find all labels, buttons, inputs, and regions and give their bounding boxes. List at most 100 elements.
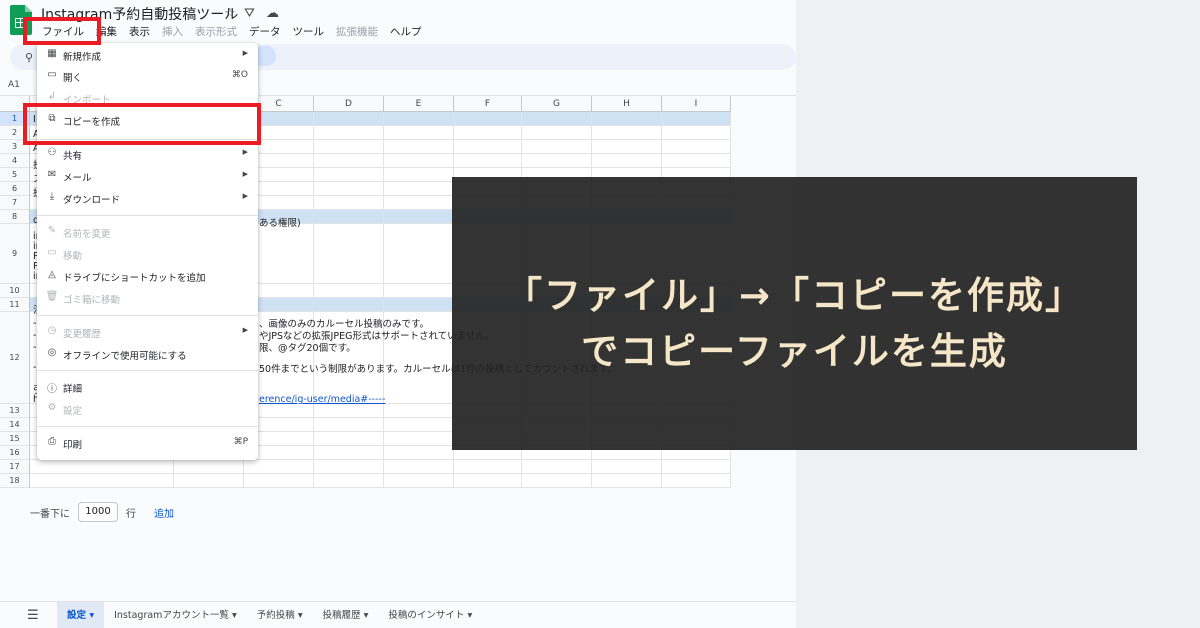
search-menus-icon[interactable]: ⚲: [25, 51, 33, 64]
column-header-i[interactable]: I: [662, 96, 731, 112]
grid-cell[interactable]: [314, 446, 384, 460]
all-sheets-menu-icon[interactable]: ☰: [27, 608, 57, 623]
menu-item-print[interactable]: ⎙ 印刷 ⌘P: [37, 433, 258, 453]
menu-item-rename[interactable]: ✎ 名前を変更: [37, 222, 258, 242]
row-number[interactable]: 14: [0, 418, 30, 432]
grid-cell[interactable]: [454, 460, 522, 474]
grid-cell[interactable]: [384, 182, 454, 196]
menu-item-settings[interactable]: ⚙ 設定: [37, 399, 258, 419]
row-number[interactable]: 13: [0, 404, 30, 418]
grid-cell[interactable]: [454, 126, 522, 140]
grid-cell[interactable]: [522, 460, 592, 474]
menu-item-offline[interactable]: ◎ オフラインで使用可能にする: [37, 344, 258, 364]
grid-cell[interactable]: [244, 474, 314, 488]
star-icon[interactable]: ☆: [224, 6, 236, 21]
grid-cell[interactable]: [662, 154, 731, 168]
name-box[interactable]: A1: [8, 80, 20, 90]
row-number[interactable]: 5: [0, 168, 30, 182]
menu-format[interactable]: 表示形式: [189, 23, 243, 41]
grid-cell[interactable]: [454, 112, 522, 126]
menu-item-open[interactable]: ▭ 開く ⌘O: [37, 66, 258, 86]
tab-dropdown-icon[interactable]: ▾: [89, 610, 94, 621]
add-rows-button[interactable]: 追加: [154, 505, 174, 520]
grid-cell[interactable]: [384, 140, 454, 154]
grid-cell[interactable]: [314, 474, 384, 488]
grid-cell[interactable]: [314, 210, 384, 224]
grid-cell[interactable]: [384, 168, 454, 182]
api-reference-link[interactable]: erence/ig-user/media#-----: [259, 394, 385, 405]
grid-cell[interactable]: [592, 112, 662, 126]
grid-cell[interactable]: [522, 474, 592, 488]
menu-item-add-shortcut[interactable]: ◬ ドライブにショートカットを追加: [37, 266, 258, 286]
menu-extensions[interactable]: 拡張機能: [330, 23, 384, 41]
row-number[interactable]: 6: [0, 182, 30, 196]
grid-cell[interactable]: [592, 126, 662, 140]
grid-cell[interactable]: [384, 210, 454, 224]
menu-item-download[interactable]: ⤓ ダウンロード ▶: [37, 188, 258, 208]
menu-data[interactable]: データ: [243, 23, 287, 41]
tab-post-insights[interactable]: 投稿のインサイト ▾: [378, 602, 482, 628]
grid-cell[interactable]: [662, 126, 731, 140]
menu-view[interactable]: 表示: [123, 23, 156, 41]
row-number[interactable]: 9: [0, 224, 30, 284]
tab-post-history[interactable]: 投稿履歴 ▾: [313, 602, 379, 628]
grid-cell[interactable]: [314, 432, 384, 446]
tab-instagram-accounts[interactable]: Instagramアカウント一覧 ▾: [104, 602, 247, 628]
grid-cell[interactable]: [592, 140, 662, 154]
grid-cell[interactable]: [522, 154, 592, 168]
grid-cell[interactable]: [592, 460, 662, 474]
grid-cell[interactable]: [454, 154, 522, 168]
menu-item-new[interactable]: ▦ 新規作成 ▶: [37, 45, 258, 65]
menu-item-move[interactable]: ▭ 移動: [37, 244, 258, 264]
grid-cell[interactable]: [30, 474, 174, 488]
column-header-f[interactable]: F: [454, 96, 522, 112]
grid-cell[interactable]: [314, 182, 384, 196]
menu-insert[interactable]: 挿入: [156, 23, 189, 41]
cloud-status-icon[interactable]: ☁: [266, 6, 279, 21]
grid-cell[interactable]: [314, 404, 384, 418]
grid-cell[interactable]: [384, 154, 454, 168]
grid-cell[interactable]: [314, 112, 384, 126]
grid-cell[interactable]: [314, 140, 384, 154]
tab-dropdown-icon[interactable]: ▾: [364, 610, 369, 621]
grid-cell[interactable]: [314, 298, 384, 312]
grid-cell[interactable]: [314, 168, 384, 182]
grid-cell[interactable]: [522, 112, 592, 126]
menu-item-email[interactable]: ✉ メール ▶: [37, 166, 258, 186]
menu-item-trash[interactable]: 🗑 ゴミ箱に移動: [37, 288, 258, 308]
menu-item-details[interactable]: ⓘ 詳細: [37, 377, 258, 397]
grid-cell[interactable]: [314, 224, 384, 284]
add-rows-count-input[interactable]: 1000: [78, 502, 118, 522]
tab-settings[interactable]: 設定 ▾: [57, 601, 105, 628]
grid-cell[interactable]: [662, 140, 731, 154]
grid-cell[interactable]: [174, 474, 244, 488]
grid-cell[interactable]: [592, 474, 662, 488]
grid-cell[interactable]: [384, 404, 454, 418]
grid-cell[interactable]: [522, 126, 592, 140]
row-number[interactable]: 10: [0, 284, 30, 298]
row-number[interactable]: 12: [0, 312, 30, 404]
row-number[interactable]: 17: [0, 460, 30, 474]
grid-cell[interactable]: [454, 140, 522, 154]
tab-dropdown-icon[interactable]: ▾: [467, 610, 472, 621]
grid-cell[interactable]: [384, 432, 454, 446]
row-number[interactable]: 11: [0, 298, 30, 312]
row-number[interactable]: 16: [0, 446, 30, 460]
grid-cell[interactable]: [662, 112, 731, 126]
grid-cell[interactable]: [454, 474, 522, 488]
grid-cell[interactable]: [662, 474, 731, 488]
grid-cell[interactable]: [174, 460, 244, 474]
grid-cell[interactable]: [314, 154, 384, 168]
grid-cell[interactable]: [522, 140, 592, 154]
grid-cell[interactable]: [30, 460, 174, 474]
column-header-e[interactable]: E: [384, 96, 454, 112]
grid-cell[interactable]: [384, 224, 454, 284]
grid-cell[interactable]: [384, 460, 454, 474]
row-number[interactable]: 15: [0, 432, 30, 446]
grid-cell[interactable]: [384, 418, 454, 432]
grid-cell[interactable]: [314, 418, 384, 432]
grid-cell[interactable]: [314, 126, 384, 140]
grid-cell[interactable]: [384, 126, 454, 140]
grid-cell[interactable]: [662, 460, 731, 474]
row-number[interactable]: 18: [0, 474, 30, 488]
